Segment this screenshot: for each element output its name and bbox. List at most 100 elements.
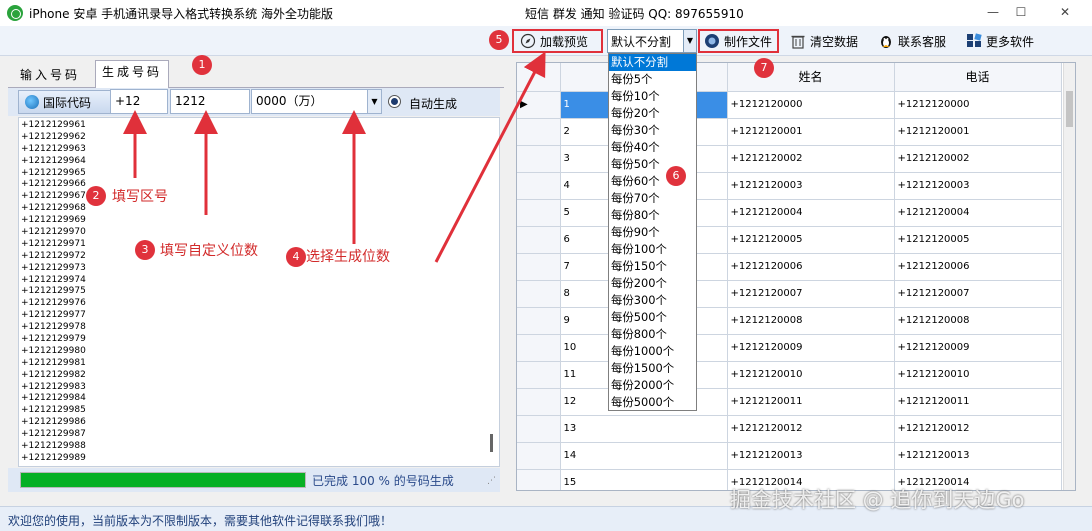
column-header-name[interactable]: 姓名	[727, 63, 895, 92]
table-row[interactable]: 12 +1212120011 +1212120011	[517, 388, 1062, 416]
table-row[interactable]: 14 +1212120013 +1212120013	[517, 442, 1062, 470]
dropdown-option[interactable]: 每份40个	[609, 139, 696, 156]
list-scrollbar-thumb[interactable]	[490, 434, 493, 452]
cell-phone[interactable]: +1212120012	[894, 415, 1062, 443]
dropdown-option[interactable]: 每份5个	[609, 71, 696, 88]
dropdown-option[interactable]: 每份80个	[609, 207, 696, 224]
cell-name[interactable]: +1212120007	[727, 280, 895, 308]
row-header-cell[interactable]	[517, 469, 561, 490]
table-row[interactable]: 3 +1212120002 +1212120002	[517, 145, 1062, 173]
chevron-down-icon[interactable]: ▼	[683, 30, 696, 52]
table-row[interactable]: 10 +1212120009 +1212120009	[517, 334, 1062, 362]
maximize-button[interactable]: ☐	[1006, 3, 1036, 21]
dropdown-option[interactable]: 每份300个	[609, 292, 696, 309]
chevron-down-icon[interactable]: ▼	[367, 90, 381, 113]
country-code-input[interactable]: +12	[110, 89, 168, 114]
column-header-phone[interactable]: 电话	[894, 63, 1062, 92]
row-header-cell[interactable]	[517, 442, 561, 470]
row-header-cell[interactable]	[517, 172, 561, 200]
make-file-button[interactable]: 制作文件	[698, 29, 779, 53]
cell-phone[interactable]: +1212120006	[894, 253, 1062, 281]
split-select[interactable]: 默认不分割 ▼	[607, 29, 697, 53]
table-row[interactable]: 7 +1212120006 +1212120006	[517, 253, 1062, 281]
row-header-cell[interactable]	[517, 226, 561, 254]
table-row[interactable]: 5 +1212120004 +1212120004	[517, 199, 1062, 227]
row-header-cell[interactable]	[517, 361, 561, 389]
table-row[interactable]: 4 +1212120003 +1212120003	[517, 172, 1062, 200]
cell-name[interactable]: +1212120012	[727, 415, 895, 443]
row-header-cell[interactable]	[517, 388, 561, 416]
dropdown-option[interactable]: 每份20个	[609, 105, 696, 122]
table-row[interactable]: 11 +1212120010 +1212120010	[517, 361, 1062, 389]
table-row[interactable]: 2 +1212120001 +1212120001	[517, 118, 1062, 146]
cell-phone[interactable]: +1212120000	[894, 91, 1062, 119]
cell-index[interactable]: 14	[560, 442, 728, 470]
cell-name[interactable]: +1212120010	[727, 361, 895, 389]
grid-scrollbar[interactable]	[1063, 63, 1075, 490]
load-preview-button[interactable]: 加载预览	[512, 29, 603, 53]
dropdown-option[interactable]: 每份90个	[609, 224, 696, 241]
tab-input-numbers[interactable]: 输入号码	[14, 64, 86, 88]
row-header-cell[interactable]: ▶	[517, 91, 561, 119]
country-code-button[interactable]: 国际代码	[18, 90, 114, 114]
dropdown-option[interactable]: 每份150个	[609, 258, 696, 275]
table-row[interactable]: 13 +1212120012 +1212120012	[517, 415, 1062, 443]
cell-phone[interactable]: +1212120001	[894, 118, 1062, 146]
cell-name[interactable]: +1212120004	[727, 199, 895, 227]
cell-phone[interactable]: +1212120013	[894, 442, 1062, 470]
split-dropdown-list[interactable]: 默认不分割 每份5个 每份10个 每份20个 每份30个 每份40个 每份50个 每份60个每…	[608, 53, 697, 411]
row-header-cell[interactable]	[517, 145, 561, 173]
resize-grip-icon[interactable]: ⋰	[487, 476, 496, 486]
cell-name[interactable]: +1212120002	[727, 145, 895, 173]
cell-name[interactable]: +1212120009	[727, 334, 895, 362]
table-row[interactable]: 9 +1212120008 +1212120008	[517, 307, 1062, 335]
cell-index[interactable]: 15	[560, 469, 728, 490]
dropdown-option[interactable]: 每份10个	[609, 88, 696, 105]
cell-name[interactable]: +1212120006	[727, 253, 895, 281]
dropdown-option[interactable]: 每份2000个	[609, 377, 696, 394]
cell-phone[interactable]: +1212120005	[894, 226, 1062, 254]
row-header-cell[interactable]	[517, 307, 561, 335]
cell-name[interactable]: +1212120013	[727, 442, 895, 470]
cell-phone[interactable]: +1212120004	[894, 199, 1062, 227]
dropdown-option[interactable]: 默认不分割	[609, 54, 696, 71]
row-header-cell[interactable]	[517, 334, 561, 362]
dropdown-option[interactable]: 每份5000个	[609, 394, 696, 411]
tab-generate-numbers[interactable]: 生成号码	[95, 60, 170, 88]
dropdown-option[interactable]: 每份30个	[609, 122, 696, 139]
dropdown-option[interactable]: 每份70个	[609, 190, 696, 207]
table-row[interactable]: ▶ 1 +1212120000 +1212120000	[517, 91, 1062, 119]
dropdown-option[interactable]: 每份1000个	[609, 343, 696, 360]
digit-count-select[interactable]: 0000（万） ▼	[251, 89, 382, 114]
cell-name[interactable]: +1212120011	[727, 388, 895, 416]
cell-name[interactable]: +1212120001	[727, 118, 895, 146]
close-button[interactable]: ✕	[1050, 3, 1080, 21]
cell-phone[interactable]: +1212120009	[894, 334, 1062, 362]
table-row[interactable]: 6 +1212120005 +1212120005	[517, 226, 1062, 254]
more-software-button[interactable]: 更多软件	[966, 29, 1034, 53]
cell-phone[interactable]: +1212120007	[894, 280, 1062, 308]
custom-digits-input[interactable]: 1212	[170, 89, 250, 114]
cell-phone[interactable]: +1212120002	[894, 145, 1062, 173]
dropdown-option[interactable]: 每份100个	[609, 241, 696, 258]
generated-numbers-list[interactable]: +1212129961 +1212129962 +1212129963 +121212…	[18, 117, 500, 467]
cell-name[interactable]: +1212120005	[727, 226, 895, 254]
dropdown-option[interactable]: 每份800个	[609, 326, 696, 343]
dropdown-option[interactable]: 每份200个	[609, 275, 696, 292]
dropdown-option[interactable]: 每份1500个	[609, 360, 696, 377]
row-header-cell[interactable]	[517, 415, 561, 443]
cell-phone[interactable]: +1212120008	[894, 307, 1062, 335]
minimize-button[interactable]: —	[978, 3, 1008, 21]
cell-name[interactable]: +1212120003	[727, 172, 895, 200]
contact-support-button[interactable]: 联系客服	[878, 29, 946, 53]
row-header-cell[interactable]	[517, 280, 561, 308]
dropdown-option[interactable]: 每份500个	[609, 309, 696, 326]
row-header-cell[interactable]	[517, 118, 561, 146]
cell-index[interactable]: 13	[560, 415, 728, 443]
row-header-cell[interactable]	[517, 199, 561, 227]
cell-phone[interactable]: +1212120011	[894, 388, 1062, 416]
grid-scrollbar-thumb[interactable]	[1066, 91, 1073, 127]
cell-name[interactable]: +1212120008	[727, 307, 895, 335]
clear-data-button[interactable]: 清空数据	[790, 29, 858, 53]
table-row[interactable]: 8 +1212120007 +1212120007	[517, 280, 1062, 308]
